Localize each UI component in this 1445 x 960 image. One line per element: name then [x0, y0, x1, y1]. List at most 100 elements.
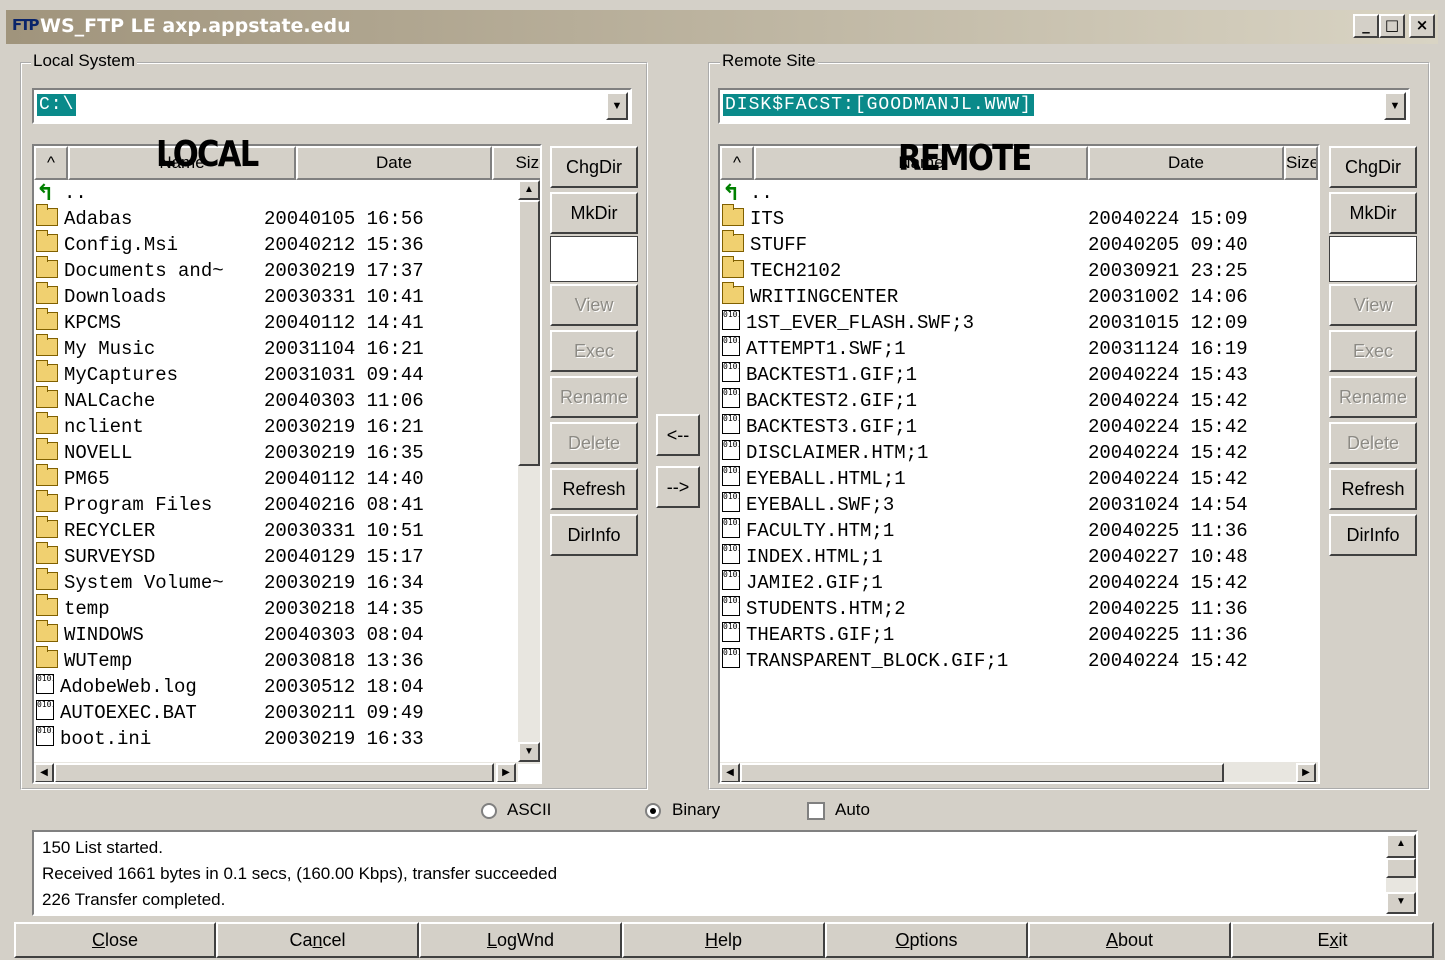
local-file-row[interactable]: Program Files 20040216 08:41 — [34, 490, 518, 518]
local-file-row[interactable]: NOVELL 20030219 16:35 — [34, 438, 518, 466]
local-rename-button[interactable]: Rename — [550, 376, 638, 418]
local-file-row[interactable]: My Music 20031104 16:21 — [34, 334, 518, 362]
remote-file-row[interactable]: 0101 THEARTS.GIF;1 20040225 11:36 — [720, 622, 1318, 648]
local-file-row[interactable]: Config.Msi 20040212 15:36 — [34, 230, 518, 258]
remote-file-row[interactable]: 0101 JAMIE2.GIF;1 20040224 15:42 — [720, 570, 1318, 596]
scroll-right-icon[interactable]: ▶ — [496, 763, 516, 782]
local-exec-button[interactable]: Exec — [550, 330, 638, 372]
local-file-row[interactable]: ↰.. — [34, 180, 518, 206]
chevron-down-icon[interactable]: ▼ — [606, 92, 628, 120]
local-file-row[interactable]: Adabas 20040105 16:56 — [34, 204, 518, 232]
scroll-right-icon[interactable]: ▶ — [1296, 763, 1316, 782]
message-log[interactable]: 150 List started. Received 1661 bytes in… — [32, 830, 1418, 916]
remote-file-row[interactable]: 0101 BACKTEST1.GIF;1 20040224 15:43 — [720, 362, 1318, 388]
remote-file-row[interactable]: 0101 BACKTEST3.GIF;1 20040224 15:42 — [720, 414, 1318, 440]
remote-mkdir-button[interactable]: MkDir — [1329, 192, 1417, 234]
ascii-radio[interactable] — [481, 803, 497, 819]
local-sort-header[interactable]: ^ — [34, 146, 68, 180]
scroll-down-icon[interactable]: ▼ — [1386, 892, 1416, 914]
remote-horizontal-scrollbar[interactable]: ◀ ▶ — [720, 762, 1318, 782]
transfer-to-remote-button[interactable]: --> — [656, 466, 700, 508]
local-mkdir-input[interactable] — [550, 236, 638, 282]
remote-size-header[interactable]: Size — [1284, 146, 1318, 180]
help-button[interactable]: Help — [622, 922, 825, 958]
remote-file-row[interactable]: 0101 EYEBALL.HTML;1 20040224 15:42 — [720, 466, 1318, 492]
local-file-row[interactable]: nclient 20030219 16:21 — [34, 412, 518, 440]
remote-date-header[interactable]: Date — [1088, 146, 1284, 180]
local-file-row[interactable]: Documents and~ 20030219 17:37 — [34, 256, 518, 284]
scroll-thumb[interactable] — [1386, 858, 1416, 878]
local-file-row[interactable]: WUTemp 20030818 13:36 — [34, 646, 518, 674]
local-file-row[interactable]: KPCMS 20040112 14:41 — [34, 308, 518, 336]
remote-file-row[interactable]: 0101 STUDENTS.HTM;2 20040225 11:36 — [720, 596, 1318, 622]
local-file-list[interactable]: ^ Name Date Size ↰..Adabas20040105 16:56… — [32, 144, 542, 784]
remote-file-row[interactable]: 0101 ATTEMPT1.SWF;1 20031124 16:19 — [720, 336, 1318, 362]
local-file-row[interactable]: PM65 20040112 14:40 — [34, 464, 518, 492]
remote-mkdir-input[interactable] — [1329, 236, 1417, 282]
maximize-button[interactable]: □ — [1379, 14, 1405, 38]
local-file-row[interactable]: MyCaptures 20031031 09:44 — [34, 360, 518, 388]
close-button[interactable]: Close — [14, 922, 216, 958]
remote-sort-header[interactable]: ^ — [720, 146, 754, 180]
close-window-button[interactable]: × — [1409, 14, 1435, 38]
auto-checkbox[interactable] — [807, 802, 825, 820]
local-delete-button[interactable]: Delete — [550, 422, 638, 464]
binary-radio[interactable] — [645, 803, 661, 819]
remote-rename-button[interactable]: Rename — [1329, 376, 1417, 418]
local-file-row[interactable]: Downloads 20030331 10:41 — [34, 282, 518, 310]
scroll-thumb[interactable] — [54, 763, 494, 782]
local-vertical-scrollbar[interactable]: ▲ ▼ — [518, 180, 540, 764]
scroll-up-icon[interactable]: ▲ — [518, 180, 540, 200]
local-file-row[interactable]: RECYCLER 20030331 10:51 — [34, 516, 518, 544]
remote-file-list[interactable]: ^ Name Date Size ↰.. ITS 20040224 15:09 STU… — [718, 144, 1320, 784]
scroll-thumb[interactable] — [518, 200, 540, 466]
log-vertical-scrollbar[interactable]: ▲ ▼ — [1386, 834, 1416, 914]
minimize-button[interactable]: _ — [1353, 14, 1379, 38]
options-button[interactable]: Options — [825, 922, 1028, 958]
chevron-down-icon[interactable]: ▼ — [1384, 92, 1406, 120]
local-file-row[interactable]: temp 20030218 14:35 — [34, 594, 518, 622]
local-file-row[interactable]: System Volume~ 20030219 16:34 — [34, 568, 518, 596]
remote-file-row[interactable]: WRITINGCENTER 20031002 14:06 — [720, 282, 1318, 310]
local-file-row[interactable]: 0101 AdobeWeb.log 20030512 18:04 — [34, 674, 518, 700]
local-date-header[interactable]: Date — [296, 146, 492, 180]
scroll-left-icon[interactable]: ◀ — [34, 763, 54, 782]
cancel-button[interactable]: Cancel — [216, 922, 419, 958]
remote-file-row[interactable]: 0101 FACULTY.HTM;1 20040225 11:36 — [720, 518, 1318, 544]
scroll-thumb[interactable] — [740, 763, 1224, 782]
remote-delete-button[interactable]: Delete — [1329, 422, 1417, 464]
transfer-to-local-button[interactable]: <-- — [656, 414, 700, 456]
remote-file-row[interactable]: 0101 EYEBALL.SWF;3 20031024 14:54 — [720, 492, 1318, 518]
remote-dirinfo-button[interactable]: DirInfo — [1329, 514, 1417, 556]
local-file-row[interactable]: NALCache 20040303 11:06 — [34, 386, 518, 414]
local-file-row[interactable]: 0101 boot.ini 20030219 16:33 — [34, 726, 518, 752]
local-file-row[interactable]: WINDOWS 20040303 08:04 — [34, 620, 518, 648]
remote-file-row[interactable]: TECH2102 20030921 23:25 — [720, 256, 1318, 284]
local-view-button[interactable]: View — [550, 284, 638, 326]
remote-refresh-button[interactable]: Refresh — [1329, 468, 1417, 510]
local-path-combo[interactable]: C:\ ▼ — [32, 88, 632, 124]
local-file-row[interactable]: SURVEYSD 20040129 15:17 — [34, 542, 518, 570]
remote-file-row[interactable]: 0101 BACKTEST2.GIF;1 20040224 15:42 — [720, 388, 1318, 414]
local-horizontal-scrollbar[interactable]: ◀ ▶ — [34, 762, 518, 782]
local-refresh-button[interactable]: Refresh — [550, 468, 638, 510]
remote-file-row[interactable]: 0101 INDEX.HTML;1 20040227 10:48 — [720, 544, 1318, 570]
logwnd-button[interactable]: LogWnd — [419, 922, 622, 958]
remote-file-row[interactable]: 0101 TRANSPARENT_BLOCK.GIF;1 20040224 15:4… — [720, 648, 1318, 674]
local-file-row[interactable]: 0101 AUTOEXEC.BAT 20030211 09:49 — [34, 700, 518, 726]
about-button[interactable]: About — [1028, 922, 1231, 958]
exit-button[interactable]: Exit — [1231, 922, 1434, 958]
remote-file-row[interactable]: ↰.. — [720, 180, 1318, 206]
remote-file-row[interactable]: 0101 DISCLAIMER.HTM;1 20040224 15:42 — [720, 440, 1318, 466]
local-size-header[interactable]: Size — [492, 146, 540, 180]
scroll-down-icon[interactable]: ▼ — [518, 742, 540, 762]
local-chgdir-button[interactable]: ChgDir — [550, 146, 638, 188]
scroll-left-icon[interactable]: ◀ — [720, 763, 740, 782]
remote-view-button[interactable]: View — [1329, 284, 1417, 326]
remote-exec-button[interactable]: Exec — [1329, 330, 1417, 372]
remote-path-combo[interactable]: DISK$FACST:[GOODMANJL.WWW] ▼ — [718, 88, 1410, 124]
local-dirinfo-button[interactable]: DirInfo — [550, 514, 638, 556]
remote-file-row[interactable]: STUFF 20040205 09:40 — [720, 230, 1318, 258]
remote-file-row[interactable]: ITS 20040224 15:09 — [720, 204, 1318, 232]
scroll-up-icon[interactable]: ▲ — [1386, 834, 1416, 858]
